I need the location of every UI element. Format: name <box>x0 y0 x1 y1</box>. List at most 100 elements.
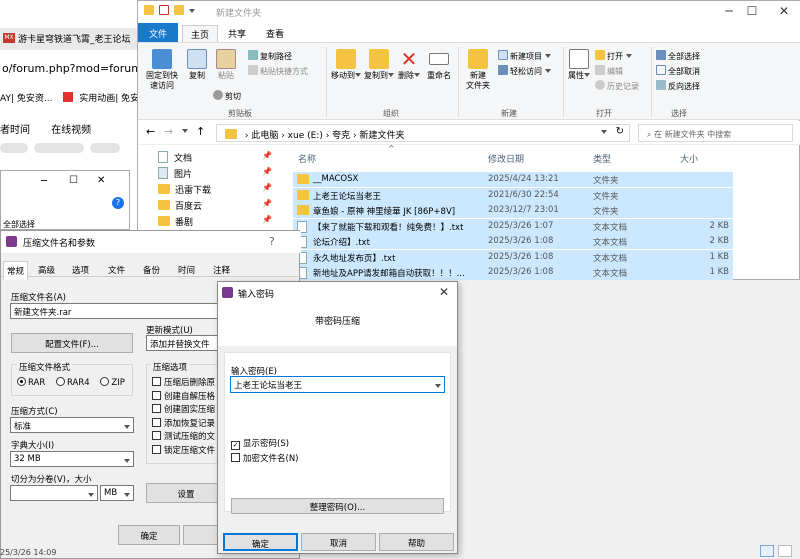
nav-item-documents[interactable]: 文档 📌 <box>158 151 272 164</box>
help-icon[interactable]: ? <box>112 197 124 209</box>
select-all-button[interactable]: 全部选择 <box>656 50 700 62</box>
refresh-icon[interactable]: ↻ <box>616 126 624 137</box>
file-row[interactable]: __MACOSX 2025/4/24 13:21 文件夹 <box>293 172 733 187</box>
help-button[interactable]: 帮助 <box>379 533 454 551</box>
maximize-button[interactable]: ☐ <box>69 175 78 186</box>
cancel-button[interactable] <box>183 525 219 545</box>
breadcrumb-item[interactable]: 夸克 <box>332 131 350 141</box>
copy-path-button[interactable]: 复制路径 <box>248 50 292 62</box>
paste-button[interactable]: 粘贴 <box>213 49 239 81</box>
tag-chip[interactable] <box>34 143 84 153</box>
chevron-down-icon[interactable] <box>182 127 188 137</box>
properties-button[interactable]: 属性 <box>566 49 592 81</box>
radio-rar4[interactable]: RAR4 <box>56 377 90 388</box>
tag-chip[interactable] <box>0 143 28 153</box>
tab-comment[interactable]: 注释 <box>210 261 233 279</box>
password-input[interactable]: 上老王论坛当老王 <box>230 376 445 393</box>
new-folder-icon[interactable] <box>173 5 184 15</box>
maximize-button[interactable]: ☐ <box>741 4 763 18</box>
breadcrumb-item[interactable]: xue (E:) <box>288 131 323 141</box>
large-icons-view-icon[interactable] <box>778 545 792 557</box>
invert-selection-button[interactable]: 反向选择 <box>656 80 700 92</box>
bookmark-item[interactable]: 实用动画| 免安 <box>79 94 139 104</box>
tab-time[interactable]: 时间 <box>175 261 198 279</box>
browser-url[interactable]: o/forum.php?mod=forumdis <box>0 62 140 75</box>
site-nav-item[interactable]: 在线视频 <box>51 125 91 136</box>
ok-button[interactable]: 确定 <box>118 525 180 545</box>
nav-item-thunder[interactable]: 迅雷下载 📌 <box>158 183 272 196</box>
copy-button[interactable]: 复制 <box>184 49 210 81</box>
properties-icon[interactable] <box>158 5 169 15</box>
paste-shortcut-button[interactable]: 粘贴快捷方式 <box>248 65 308 77</box>
split-unit-select[interactable]: MB <box>100 485 134 501</box>
radio-rar[interactable]: RAR <box>17 377 45 388</box>
move-to-button[interactable]: 移动到 <box>331 49 361 81</box>
column-header-type[interactable]: 类型 <box>593 152 611 165</box>
tab-general[interactable]: 常规 <box>3 261 29 280</box>
select-none-button[interactable]: 全部取消 <box>656 65 700 77</box>
open-button[interactable]: 打开 <box>595 50 632 62</box>
method-select[interactable]: 标准 <box>10 417 134 433</box>
file-row[interactable]: 上老王论坛当老王 2021/6/30 22:54 文件夹 <box>293 187 733 203</box>
search-input[interactable]: ⌕ 在 新建文件夹 中搜索 <box>638 124 793 142</box>
bookmark-item[interactable]: AY| 免安资... <box>0 94 52 104</box>
radio-zip[interactable]: ZIP <box>100 377 125 388</box>
tab-share[interactable]: 共享 <box>220 25 254 42</box>
chevron-down-icon[interactable] <box>601 128 607 138</box>
nav-item-baiduyun[interactable]: 百度云 📌 <box>158 199 272 212</box>
pin-quick-access-button[interactable]: 固定到快 速访问 <box>142 49 182 91</box>
new-folder-button[interactable]: 新建 文件夹 <box>463 49 493 91</box>
option-checkbox[interactable]: 创建自解压格 <box>152 390 224 402</box>
option-checkbox[interactable]: 压缩后删除原 <box>152 376 224 388</box>
file-row[interactable]: 新地址及APP请发邮箱自动获取！！！... 2025/3/26 1:08 文本文档 1… <box>293 265 733 280</box>
file-row[interactable]: 【来了就能下载和观看！纯免费！】.txt 2025/3/26 1:07 文本文档 2 … <box>293 218 733 234</box>
up-arrow-icon[interactable]: ↑ <box>196 125 205 138</box>
settings-button[interactable]: 设置 <box>146 483 226 503</box>
tab-options[interactable]: 选项 <box>69 261 92 279</box>
breadcrumb-item[interactable]: 新建文件夹 <box>360 131 405 141</box>
ok-button[interactable]: 确定 <box>223 533 298 551</box>
tab-backup[interactable]: 备份 <box>140 261 163 279</box>
option-checkbox[interactable]: 添加恢复记录 <box>152 417 224 429</box>
select-all-label[interactable]: 全部选择 <box>3 219 35 230</box>
tab-view[interactable]: 查看 <box>258 25 292 42</box>
breadcrumb-item[interactable]: 此电脑 <box>251 131 278 141</box>
cancel-button[interactable]: 取消 <box>301 533 376 551</box>
profiles-button[interactable]: 配置文件(F)... <box>11 333 133 353</box>
column-header-size[interactable]: 大小 <box>680 152 698 165</box>
archive-name-input[interactable]: 新建文件夹.rar <box>10 303 222 319</box>
file-row[interactable]: 永久地址发布页】.txt 2025/3/26 1:08 文本文档 1 KB <box>293 249 733 265</box>
close-button[interactable]: ✕ <box>773 4 795 18</box>
minimize-button[interactable]: ─ <box>41 176 47 187</box>
nav-item-pictures[interactable]: 图片 📌 <box>158 167 272 180</box>
option-checkbox[interactable]: 测试压缩的文 <box>152 430 224 442</box>
back-arrow-icon[interactable]: ← <box>146 125 155 138</box>
dict-select[interactable]: 32 MB <box>10 451 134 467</box>
column-header-name[interactable]: 名称 <box>298 152 316 165</box>
help-button[interactable]: ? <box>269 235 275 248</box>
rename-button[interactable]: 重命名 <box>424 49 454 81</box>
encrypt-names-checkbox[interactable]: 加密文件名(N) <box>231 452 299 464</box>
show-password-checkbox[interactable]: ✓ 显示密码(S) <box>231 437 289 450</box>
chevron-down-icon[interactable] <box>188 9 195 13</box>
option-checkbox[interactable]: 锁定压缩文件 <box>152 444 224 456</box>
forward-arrow-icon[interactable]: → <box>164 125 173 138</box>
minimize-button[interactable]: ─ <box>718 4 740 18</box>
split-size-input[interactable] <box>10 485 98 501</box>
tab-files[interactable]: 文件 <box>105 261 128 279</box>
nav-item-anime[interactable]: 番剧 📌 <box>158 215 272 228</box>
edit-button[interactable]: 编辑 <box>595 65 623 77</box>
new-item-button[interactable]: 新建项目 <box>498 50 551 62</box>
cut-button[interactable]: 剪切 <box>213 90 241 102</box>
breadcrumb[interactable]: › 此电脑 › xue (E:) › 夸克 › 新建文件夹 ↻ <box>216 124 630 142</box>
tab-home[interactable]: 主页 <box>182 25 219 43</box>
column-header-date[interactable]: 修改日期 <box>488 152 524 165</box>
easy-access-button[interactable]: 轻松访问 <box>498 65 551 77</box>
copy-to-button[interactable]: 复制到 <box>364 49 394 81</box>
option-checkbox[interactable]: 创建固实压缩 <box>152 403 224 415</box>
details-view-icon[interactable] <box>760 545 774 557</box>
close-button[interactable]: ✕ <box>439 285 449 299</box>
organize-passwords-button[interactable]: 整理密码(O)... <box>231 498 444 514</box>
update-mode-select[interactable]: 添加并替换文件 <box>146 335 218 351</box>
browser-tab[interactable]: MX 游卡星穹铁道飞霄_老王论坛 <box>0 28 140 50</box>
